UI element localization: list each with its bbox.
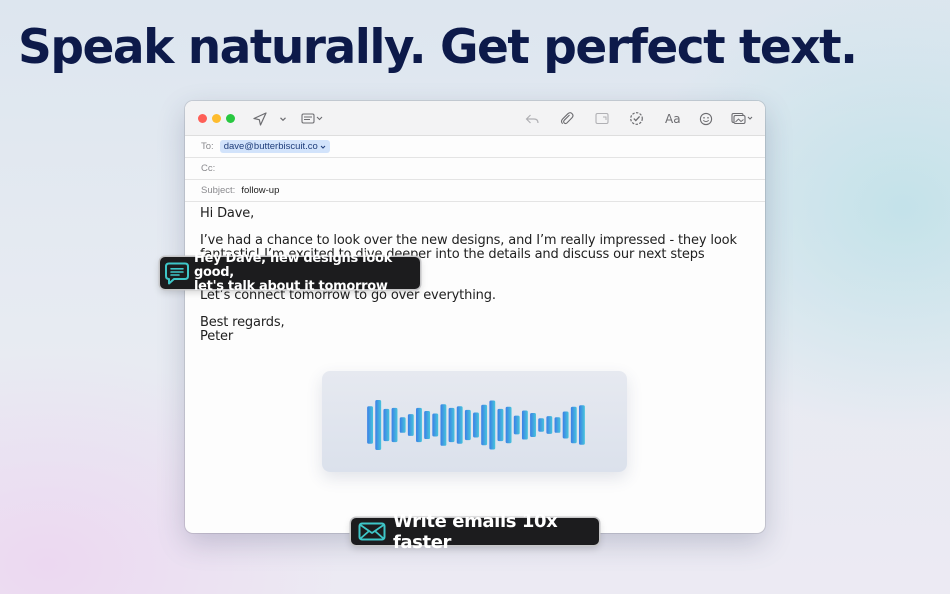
format-check-icon[interactable] <box>629 110 644 127</box>
chevron-down-icon <box>320 145 326 149</box>
waveform-bar <box>562 411 569 439</box>
send-icon[interactable] <box>253 110 267 127</box>
feature-badge: Write emails 10x faster <box>351 511 599 553</box>
envelope-icon <box>358 522 386 541</box>
feature-badge-label: Write emails 10x faster <box>393 510 558 553</box>
closing: Best regards, <box>200 315 285 330</box>
waveform-bar <box>473 412 479 438</box>
chevron-down-icon[interactable] <box>279 110 287 127</box>
to-label: To: <box>201 141 214 152</box>
waveform-bar <box>448 407 455 443</box>
waveform-bar <box>456 406 463 444</box>
waveform-bar <box>383 408 390 442</box>
waveform-bar <box>538 418 545 432</box>
reply-icon[interactable] <box>525 110 539 127</box>
waveform-bar <box>481 404 488 446</box>
emoji-icon[interactable] <box>699 110 713 127</box>
waveform-bar <box>497 408 504 442</box>
signature: Peter <box>200 329 234 344</box>
waveform-bar <box>578 405 585 445</box>
font-icon[interactable]: Aa <box>665 110 681 127</box>
waveform-bar <box>521 410 528 440</box>
minimize-window-button[interactable] <box>212 114 221 123</box>
waveform-bar <box>505 406 512 444</box>
header-fields-icon[interactable] <box>301 110 325 127</box>
waveform-bar <box>530 413 536 437</box>
waveform-bar <box>464 409 471 441</box>
transcript-line-1: Hey Dave, new designs look good, <box>194 251 392 280</box>
transcript-bubble: Hey Dave, new designs look good, let's t… <box>160 252 420 294</box>
waveform-bar <box>399 417 406 433</box>
waveform-bar <box>407 414 414 436</box>
waveform-bar <box>375 400 382 450</box>
toolbar: Aa <box>185 101 765 136</box>
waveform-bar <box>440 404 447 446</box>
cc-label: Cc: <box>201 163 216 174</box>
waveform-bar <box>513 415 520 435</box>
subject-field[interactable]: follow-up <box>241 185 279 196</box>
waveform <box>367 400 585 450</box>
speech-bubble-icon <box>165 262 189 285</box>
waveform-bar <box>367 406 374 444</box>
to-row[interactable]: To: dave@butterbiscuit.co <box>185 136 765 158</box>
markup-icon[interactable] <box>595 110 610 127</box>
subject-row[interactable]: Subject: follow-up <box>185 180 765 202</box>
greeting: Hi Dave, <box>200 206 255 221</box>
subject-label: Subject: <box>201 185 236 196</box>
close-window-button[interactable] <box>198 114 207 123</box>
waveform-bar <box>554 417 561 433</box>
photo-browser-icon[interactable] <box>731 110 755 127</box>
waveform-bar <box>424 410 431 440</box>
waveform-bar <box>546 416 553 434</box>
dictation-panel <box>322 371 627 472</box>
transcript-line-2: let's talk about it tomorrow <box>194 279 388 294</box>
zoom-window-button[interactable] <box>226 114 235 123</box>
waveform-bar <box>570 406 577 444</box>
cc-row[interactable]: Cc: <box>185 158 765 180</box>
recipient-chip[interactable]: dave@butterbiscuit.co <box>219 140 330 153</box>
waveform-bar <box>391 407 398 443</box>
attachment-icon[interactable] <box>560 110 574 127</box>
waveform-bar <box>432 413 439 437</box>
mail-compose-window: Aa To: dave@butterbiscuit.co Cc: Subject… <box>185 101 765 533</box>
recipient-address: dave@butterbiscuit.co <box>223 141 318 152</box>
headline: Speak naturally. Get perfect text. <box>18 20 858 75</box>
waveform-bar <box>416 407 422 443</box>
waveform-bar <box>489 400 496 450</box>
